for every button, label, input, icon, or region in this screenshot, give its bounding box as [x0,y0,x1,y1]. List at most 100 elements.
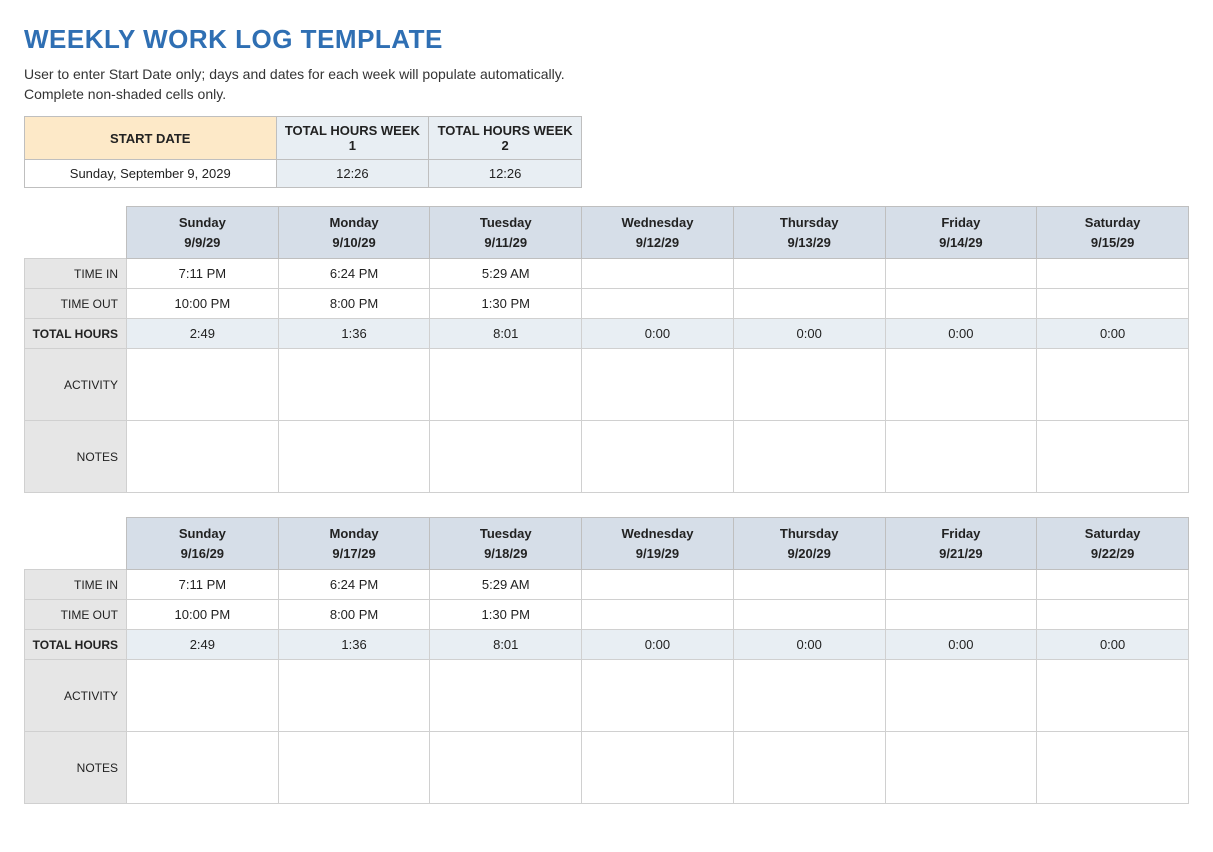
instructions-line-2: Complete non-shaded cells only. [24,86,226,102]
time-in-cell[interactable] [885,259,1037,289]
total-cell: 2:49 [127,319,279,349]
date-label: 9/19/29 [584,544,731,564]
date-label: 9/21/29 [888,544,1035,564]
time-out-cell[interactable] [582,289,734,319]
notes-cell[interactable] [733,421,885,493]
time-in-cell[interactable] [733,259,885,289]
time-out-cell[interactable]: 10:00 PM [127,289,279,319]
time-out-cell[interactable]: 1:30 PM [430,289,582,319]
notes-row-label: NOTES [25,732,127,804]
notes-cell[interactable] [127,732,279,804]
total-row-label: TOTAL HOURS [25,630,127,660]
week-2-table: Sunday9/16/29Monday9/17/29Tuesday9/18/29… [24,517,1189,804]
activity-cell[interactable] [430,349,582,421]
time-out-cell[interactable] [885,289,1037,319]
date-label: 9/15/29 [1039,233,1186,253]
time-out-row-label: TIME OUT [25,600,127,630]
time-in-cell[interactable] [582,570,734,600]
time-in-cell[interactable]: 7:11 PM [127,570,279,600]
date-label: 9/18/29 [432,544,579,564]
time-out-cell[interactable] [885,600,1037,630]
activity-cell[interactable] [127,660,279,732]
day-header: Sunday9/9/29 [127,207,279,259]
summary-table: START DATE TOTAL HOURS WEEK 1 TOTAL HOUR… [24,116,582,188]
notes-cell[interactable] [733,732,885,804]
notes-cell[interactable] [278,732,430,804]
activity-cell[interactable] [582,660,734,732]
activity-cell[interactable] [278,349,430,421]
total-week1-header: TOTAL HOURS WEEK 1 [276,117,429,160]
activity-cell[interactable] [127,349,279,421]
notes-cell[interactable] [885,732,1037,804]
notes-cell[interactable] [127,421,279,493]
time-in-cell[interactable]: 6:24 PM [278,570,430,600]
day-of-week-label: Monday [281,213,428,233]
activity-cell[interactable] [1037,349,1189,421]
activity-cell[interactable] [885,660,1037,732]
time-in-cell[interactable] [1037,259,1189,289]
activity-cell[interactable] [733,349,885,421]
date-label: 9/13/29 [736,233,883,253]
instructions: User to enter Start Date only; days and … [24,65,1189,104]
notes-cell[interactable] [430,732,582,804]
time-in-cell[interactable]: 6:24 PM [278,259,430,289]
day-of-week-label: Thursday [736,213,883,233]
day-header: Thursday9/20/29 [733,518,885,570]
time-out-cell[interactable]: 8:00 PM [278,600,430,630]
day-header: Sunday9/16/29 [127,518,279,570]
notes-cell[interactable] [278,421,430,493]
time-in-cell[interactable]: 7:11 PM [127,259,279,289]
date-label: 9/16/29 [129,544,276,564]
time-out-cell[interactable] [733,600,885,630]
time-out-cell[interactable]: 10:00 PM [127,600,279,630]
time-out-cell[interactable] [1037,600,1189,630]
start-date-cell[interactable]: Sunday, September 9, 2029 [25,160,277,188]
total-cell: 8:01 [430,319,582,349]
page-title: WEEKLY WORK LOG TEMPLATE [24,24,1189,55]
activity-cell[interactable] [430,660,582,732]
time-in-cell[interactable] [582,259,734,289]
day-of-week-label: Sunday [129,213,276,233]
day-header: Wednesday9/12/29 [582,207,734,259]
time-out-cell[interactable]: 1:30 PM [430,600,582,630]
total-cell: 8:01 [430,630,582,660]
total-cell: 0:00 [885,319,1037,349]
corner-cell [25,518,127,570]
activity-cell[interactable] [885,349,1037,421]
time-in-row-label: TIME IN [25,259,127,289]
activity-cell[interactable] [733,660,885,732]
activity-row-label: ACTIVITY [25,349,127,421]
activity-cell[interactable] [582,349,734,421]
notes-cell[interactable] [582,421,734,493]
notes-cell[interactable] [885,421,1037,493]
day-of-week-label: Wednesday [584,524,731,544]
time-in-cell[interactable]: 5:29 AM [430,259,582,289]
total-cell: 1:36 [278,319,430,349]
notes-cell[interactable] [1037,421,1189,493]
day-of-week-label: Friday [888,524,1035,544]
notes-cell[interactable] [430,421,582,493]
date-label: 9/14/29 [888,233,1035,253]
total-cell: 0:00 [582,630,734,660]
activity-cell[interactable] [278,660,430,732]
day-header: Friday9/14/29 [885,207,1037,259]
day-of-week-label: Friday [888,213,1035,233]
date-label: 9/10/29 [281,233,428,253]
instructions-line-1: User to enter Start Date only; days and … [24,66,565,82]
date-label: 9/22/29 [1039,544,1186,564]
activity-cell[interactable] [1037,660,1189,732]
time-in-cell[interactable] [733,570,885,600]
time-in-cell[interactable]: 5:29 AM [430,570,582,600]
time-out-cell[interactable] [1037,289,1189,319]
time-out-cell[interactable] [733,289,885,319]
notes-cell[interactable] [1037,732,1189,804]
time-in-cell[interactable] [1037,570,1189,600]
total-cell: 2:49 [127,630,279,660]
time-out-cell[interactable]: 8:00 PM [278,289,430,319]
day-header: Thursday9/13/29 [733,207,885,259]
time-out-cell[interactable] [582,600,734,630]
notes-cell[interactable] [582,732,734,804]
day-of-week-label: Sunday [129,524,276,544]
time-in-cell[interactable] [885,570,1037,600]
time-in-row-label: TIME IN [25,570,127,600]
